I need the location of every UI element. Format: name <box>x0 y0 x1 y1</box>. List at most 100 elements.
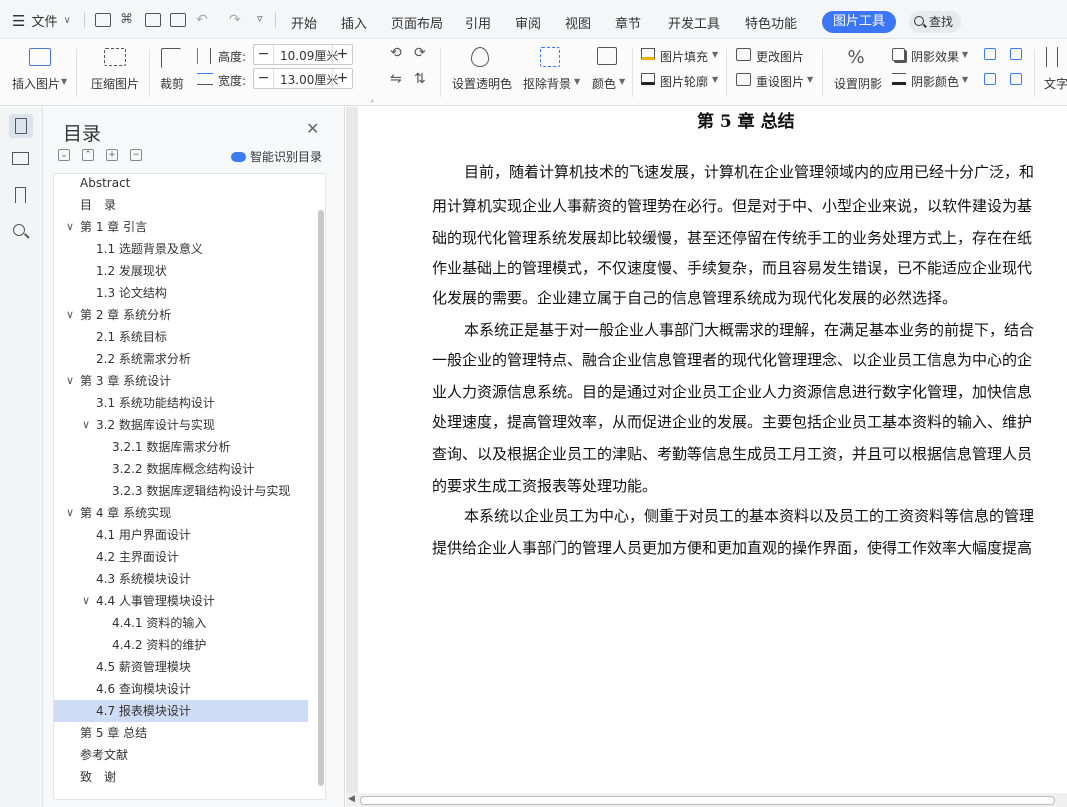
tab-picture-tools[interactable]: 图片工具 <box>822 11 896 33</box>
print-icon[interactable] <box>145 13 161 27</box>
chevron-down-icon[interactable]: ∨ <box>66 502 74 524</box>
file-menu[interactable]: ☰ 文件 ∨ <box>12 11 71 31</box>
toc-item[interactable]: ∨ 4.4 人事管理模块设计 <box>54 590 308 612</box>
flip-vertical-icon[interactable]: ⇅ <box>414 71 426 87</box>
toc-item[interactable]: 4.5 薪资管理模块 <box>54 656 308 678</box>
toc-item[interactable]: Abstract <box>54 172 308 194</box>
tab-developer[interactable]: 开发工具 <box>668 13 720 32</box>
customize-toolbar-icon[interactable]: ▿ <box>257 12 263 25</box>
toc-item[interactable]: 4.7 报表模块设计 <box>54 700 308 722</box>
toc-item[interactable]: 参考文献 <box>54 744 308 766</box>
close-icon[interactable]: ✕ <box>306 119 319 138</box>
tab-start[interactable]: 开始 <box>291 13 317 32</box>
crop-button[interactable]: 裁剪 <box>160 75 184 92</box>
toc-item[interactable]: 1.2 发展现状 <box>54 260 308 282</box>
height-value[interactable]: 10.09厘米 <box>280 47 338 64</box>
change-picture-button[interactable]: 更改图片 <box>756 48 804 65</box>
chevron-down-icon[interactable]: ∨ <box>82 590 90 612</box>
toc-item[interactable]: 1.1 选题背景及意义 <box>54 238 308 260</box>
toc-item-label: 第 1 章 引言 <box>80 220 148 234</box>
flip-horizontal-icon[interactable]: ⇋ <box>390 71 402 87</box>
expand-all-icon[interactable]: ⌃ <box>82 149 94 161</box>
toc-item[interactable]: ∨ 3.2 数据库设计与实现 <box>54 414 308 436</box>
tab-references[interactable]: 引用 <box>465 13 491 32</box>
tab-view[interactable]: 视图 <box>565 13 591 32</box>
tab-review[interactable]: 审阅 <box>515 13 541 32</box>
scrollbar-thumb[interactable] <box>360 796 1055 805</box>
navigation-icon[interactable] <box>11 149 31 169</box>
color-button[interactable]: 颜色 <box>592 75 616 92</box>
format-painter-icon[interactable]: ⌘ <box>120 12 133 27</box>
height-increase-button[interactable]: + <box>332 45 352 64</box>
toc-item[interactable]: 3.2.3 数据库逻辑结构设计与实现 <box>54 480 308 502</box>
toc-item[interactable]: 第 5 章 总结 <box>54 722 308 744</box>
shadow-down-icon[interactable] <box>984 73 996 85</box>
shadow-effect-button[interactable]: 阴影效果 <box>911 48 959 65</box>
shadow-color-button[interactable]: 阴影颜色 <box>911 73 959 90</box>
set-transparent-color-button[interactable]: 设置透明色 <box>452 75 512 92</box>
horizontal-scrollbar[interactable]: ◀ <box>346 793 1067 807</box>
rotate-right-icon[interactable]: ⟳ <box>414 45 426 61</box>
toc-item[interactable]: 致 谢 <box>54 766 308 788</box>
scroll-left-icon[interactable]: ◀ <box>348 794 355 804</box>
picture-fill-button[interactable]: 图片填充 <box>660 48 708 65</box>
remove-heading-icon[interactable]: − <box>130 149 142 161</box>
toc-item[interactable]: 1.3 论文结构 <box>54 282 308 304</box>
undo-icon[interactable]: ↶ <box>196 12 208 28</box>
remove-background-button[interactable]: 抠除背景 <box>523 75 571 92</box>
picture-outline-button[interactable]: 图片轮廓 <box>660 73 708 90</box>
toc-item[interactable]: 4.4.2 资料的维护 <box>54 634 308 656</box>
width-stepper[interactable]: − 13.00厘米 + <box>253 68 353 89</box>
toc-item[interactable]: ∨ 第 2 章 系统分析 <box>54 304 308 326</box>
bookmark-icon[interactable] <box>11 186 31 206</box>
tab-chapter[interactable]: 章节 <box>615 13 641 32</box>
compress-picture-button[interactable]: 压缩图片 <box>91 75 139 92</box>
chevron-down-icon[interactable]: ∨ <box>66 216 74 238</box>
document-page[interactable]: 第 5 章 总结 目前，随着计算机技术的飞速发展，计算机在企业管理领域内的应用已… <box>358 107 1067 793</box>
toc-item[interactable]: 3.2.1 数据库需求分析 <box>54 436 308 458</box>
toc-item[interactable]: 2.1 系统目标 <box>54 326 308 348</box>
tab-page-layout[interactable]: 页面布局 <box>391 13 443 32</box>
toc-item[interactable]: 目 录 <box>54 194 308 216</box>
smart-toc-button[interactable]: 智能识别目录 <box>231 148 322 165</box>
save-icon[interactable] <box>95 13 111 27</box>
toc-item[interactable]: 3.2.2 数据库概念结构设计 <box>54 458 308 480</box>
rotate-left-icon[interactable]: ⟲ <box>390 45 402 61</box>
toc-item[interactable]: 4.2 主界面设计 <box>54 546 308 568</box>
dialog-launcher-icon[interactable]: ⌟ <box>370 94 374 103</box>
toc-item[interactable]: 4.4.1 资料的输入 <box>54 612 308 634</box>
width-value[interactable]: 13.00厘米 <box>280 71 338 88</box>
search-icon[interactable] <box>11 222 31 242</box>
chevron-down-icon[interactable]: ∨ <box>82 414 90 436</box>
chevron-down-icon[interactable]: ∨ <box>66 370 74 392</box>
shadow-left-icon[interactable] <box>1010 73 1022 85</box>
shadow-right-icon[interactable] <box>1010 48 1022 60</box>
width-increase-button[interactable]: + <box>332 69 352 88</box>
reset-picture-button[interactable]: 重设图片 <box>756 73 804 90</box>
tab-insert[interactable]: 插入 <box>341 13 367 32</box>
search-button[interactable]: 查找 <box>909 11 961 33</box>
toc-item[interactable]: 3.1 系统功能结构设计 <box>54 392 308 414</box>
shadow-up-icon[interactable] <box>984 48 996 60</box>
width-decrease-button[interactable]: − <box>254 69 274 88</box>
chevron-down-icon[interactable]: ∨ <box>66 304 74 326</box>
set-shadow-button[interactable]: 设置阴影 <box>834 75 882 92</box>
toc-item[interactable]: 2.2 系统需求分析 <box>54 348 308 370</box>
toc-item[interactable]: ∨ 第 1 章 引言 <box>54 216 308 238</box>
height-decrease-button[interactable]: − <box>254 45 274 64</box>
collapse-all-icon[interactable]: ⌄ <box>58 149 70 161</box>
text-wrap-button[interactable]: 文字 <box>1044 75 1067 92</box>
insert-picture-button[interactable]: 插入图片 <box>12 75 60 92</box>
toc-item[interactable]: ∨ 第 3 章 系统设计 <box>54 370 308 392</box>
add-heading-icon[interactable]: + <box>106 149 118 161</box>
toc-item[interactable]: 4.6 查询模块设计 <box>54 678 308 700</box>
height-stepper[interactable]: − 10.09厘米 + <box>253 44 353 65</box>
toc-scrollbar[interactable] <box>318 210 324 786</box>
tab-features[interactable]: 特色功能 <box>745 13 797 32</box>
toc-item[interactable]: 4.1 用户界面设计 <box>54 524 308 546</box>
print-preview-icon[interactable] <box>170 13 186 27</box>
redo-icon[interactable]: ↷ <box>229 12 241 28</box>
toc-item[interactable]: ∨ 第 4 章 系统实现 <box>54 502 308 524</box>
toc-item[interactable]: 4.3 系统模块设计 <box>54 568 308 590</box>
toc-panel-icon[interactable] <box>9 114 33 138</box>
